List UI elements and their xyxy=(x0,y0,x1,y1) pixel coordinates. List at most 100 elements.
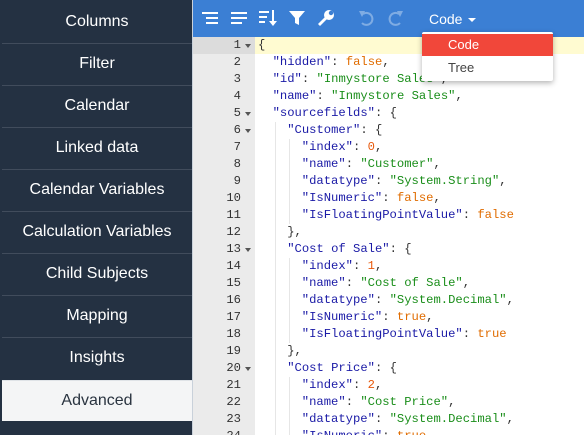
sidebar-item-filter[interactable]: Filter xyxy=(2,44,192,84)
fold-toggle-icon[interactable] xyxy=(245,44,251,48)
sidebar-item-linked-data[interactable]: Linked data xyxy=(2,128,192,168)
code-token: "System.Decimal" xyxy=(389,293,507,307)
indent-guide xyxy=(274,156,276,173)
code-token: : xyxy=(374,293,390,307)
code-line[interactable]: 20 "Cost Price": { xyxy=(193,360,584,377)
code-text: "IsFloatingPointValue": false xyxy=(302,207,514,224)
indent-guide xyxy=(289,139,291,156)
code-text: { xyxy=(258,37,265,54)
code-line[interactable]: 21 "index": 2, xyxy=(193,377,584,394)
sidebar-item-advanced[interactable]: Advanced xyxy=(2,380,192,421)
code-token: "System.Decimal" xyxy=(389,412,507,426)
code-token: }, xyxy=(287,225,302,239)
code-text: "index": 0, xyxy=(302,139,383,156)
line-number: 16 xyxy=(226,293,241,307)
code-line[interactable]: 8 "name": "Customer", xyxy=(193,156,584,173)
code-token: : xyxy=(345,276,361,290)
code-text: "IsFloatingPointValue": true xyxy=(302,326,507,343)
code-token: "IsNumeric" xyxy=(301,310,383,324)
compact-button[interactable] xyxy=(228,7,250,29)
code-line[interactable]: 10 "IsNumeric": false, xyxy=(193,190,584,207)
code-token: "IsNumeric" xyxy=(302,429,382,435)
code-line[interactable]: 14 "index": 1, xyxy=(193,258,584,275)
mode-option-tree[interactable]: Tree xyxy=(422,57,553,79)
code-line[interactable]: 22 "name": "Cost Price", xyxy=(193,394,584,411)
code-line[interactable]: 24 "IsNumeric": true, xyxy=(193,428,584,435)
code-text: "Cost Price": { xyxy=(287,360,397,377)
indent-guide xyxy=(274,224,276,241)
mode-select-button[interactable]: Code xyxy=(429,9,477,29)
code-line[interactable]: 11 "IsFloatingPointValue": false xyxy=(193,207,584,224)
code-text: "Customer": { xyxy=(287,122,382,139)
code-line[interactable]: 9 "datatype": "System.String", xyxy=(193,173,584,190)
sidebar-item-child-subjects[interactable]: Child Subjects xyxy=(2,254,192,294)
indent-guide xyxy=(289,411,291,428)
sidebar-divider xyxy=(2,295,192,296)
redo-button[interactable] xyxy=(385,7,407,29)
sort-button[interactable] xyxy=(257,7,279,29)
code-line[interactable]: 15 "name": "Cost of Sale", xyxy=(193,275,584,292)
filter-button[interactable] xyxy=(286,7,308,29)
indent-guide xyxy=(274,343,276,360)
code-line[interactable]: 7 "index": 0, xyxy=(193,139,584,156)
indent-guide xyxy=(274,394,276,411)
sidebar-item-columns[interactable]: Columns xyxy=(2,2,192,42)
mode-option-code[interactable]: Code xyxy=(422,34,553,56)
code-text: "hidden": false, xyxy=(273,54,390,71)
code-line[interactable]: 12}, xyxy=(193,224,584,241)
format-button[interactable] xyxy=(199,7,221,29)
fold-toggle-icon[interactable] xyxy=(245,248,251,252)
code-text: "IsNumeric": true, xyxy=(302,428,434,435)
sidebar-divider xyxy=(2,43,192,44)
code-token: : { xyxy=(360,123,383,137)
code-token: : xyxy=(374,174,390,188)
code-line[interactable]: 6 "Customer": { xyxy=(193,122,584,139)
sidebar-item-calendar[interactable]: Calendar xyxy=(2,86,192,126)
code-line[interactable]: 17 "IsNumeric": true, xyxy=(193,309,584,326)
undo-button[interactable] xyxy=(355,7,377,29)
sidebar-item-calendar-variables[interactable]: Calendar Variables xyxy=(2,170,192,210)
code-text: "IsNumeric": true, xyxy=(302,309,434,326)
code-line[interactable]: 13 "Cost of Sale": { xyxy=(193,241,584,258)
code-token: "Cost of Sale" xyxy=(287,242,390,256)
code-token: : xyxy=(331,55,346,69)
sidebar-divider xyxy=(2,169,192,170)
code-token: "index" xyxy=(301,259,353,273)
sidebar-divider xyxy=(2,127,192,128)
line-number: 9 xyxy=(233,174,241,188)
code-token: "IsFloatingPointValue" xyxy=(301,208,463,222)
code-line[interactable]: 5 "sourcefields": { xyxy=(193,105,584,122)
code-token: { xyxy=(258,38,266,52)
sidebar-item-calculation-variables[interactable]: Calculation Variables xyxy=(2,212,192,252)
repair-button[interactable] xyxy=(315,7,337,29)
line-number: 5 xyxy=(233,106,241,120)
fold-toggle-icon[interactable] xyxy=(245,129,251,133)
code-line[interactable]: 16 "datatype": "System.Decimal", xyxy=(193,292,584,309)
code-line[interactable]: 4 "name": "Inmystore Sales", xyxy=(193,88,584,105)
code-editor[interactable]: 1 {2 "hidden": false, 3 "id": "Inmystore Sal… xyxy=(193,37,584,435)
code-line[interactable]: 19}, xyxy=(193,343,584,360)
code-token: false xyxy=(477,208,514,222)
indent-guide xyxy=(274,292,276,309)
sidebar-item-insights[interactable]: Insights xyxy=(2,338,192,378)
repair-icon xyxy=(318,10,334,26)
code-token: : xyxy=(345,395,361,409)
code-token: "datatype" xyxy=(301,412,375,426)
code-text: "name": "Customer", xyxy=(302,156,441,173)
fold-toggle-icon[interactable] xyxy=(245,112,251,116)
code-token: : xyxy=(462,208,478,222)
fold-toggle-icon[interactable] xyxy=(245,367,251,371)
code-token: , xyxy=(506,412,514,426)
code-token: : xyxy=(353,140,368,154)
code-token: , xyxy=(499,174,507,188)
indent-guide xyxy=(289,275,291,292)
code-text: "Cost of Sale": { xyxy=(287,241,411,258)
code-token: "IsFloatingPointValue" xyxy=(301,327,463,341)
indent-guide xyxy=(274,258,276,275)
code-line[interactable]: 23 "datatype": "System.Decimal", xyxy=(193,411,584,428)
code-token: "name" xyxy=(301,276,346,290)
line-number: 8 xyxy=(233,157,241,171)
code-line[interactable]: 18 "IsFloatingPointValue": true xyxy=(193,326,584,343)
code-token: : { xyxy=(374,361,397,375)
sidebar-item-mapping[interactable]: Mapping xyxy=(2,296,192,336)
